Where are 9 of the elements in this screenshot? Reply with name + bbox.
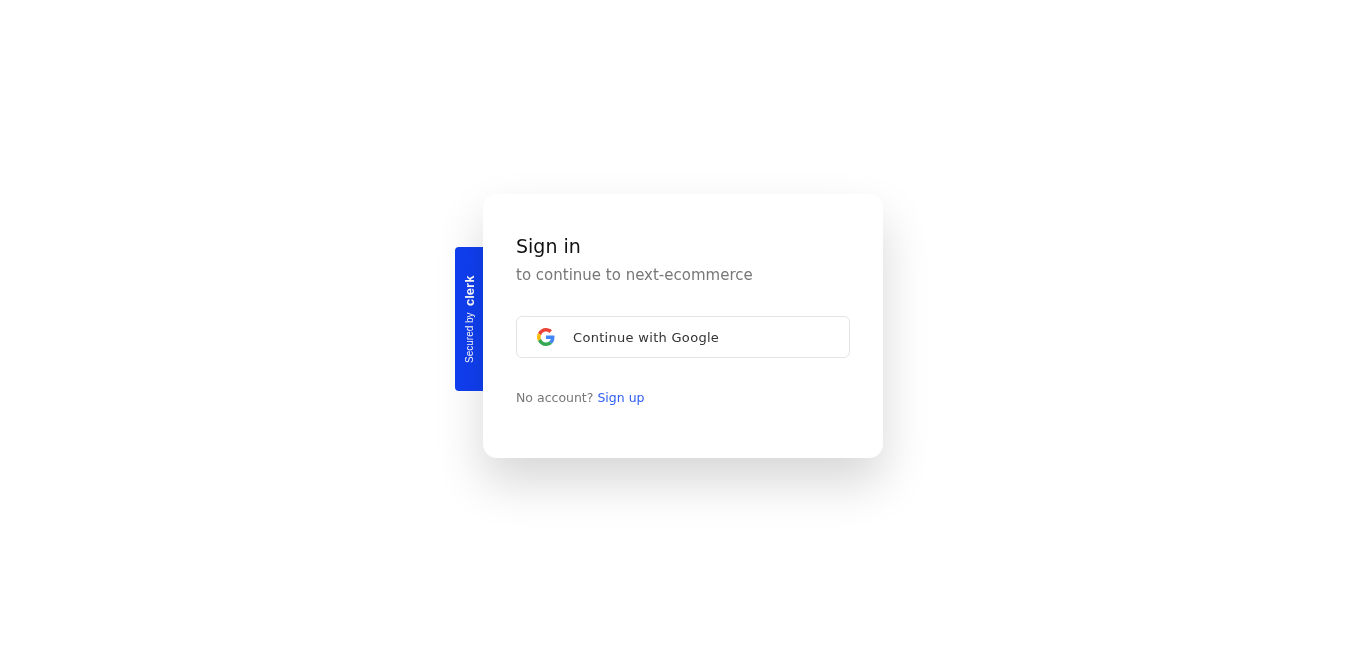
google-icon — [537, 328, 555, 346]
google-sign-in-button[interactable]: Continue with Google — [516, 316, 850, 358]
card-title: Sign in — [516, 235, 582, 257]
sign-up-link[interactable]: Sign up — [597, 390, 645, 405]
footer-text: No account? Sign up — [516, 390, 646, 405]
brand-logo-text: clerk — [461, 275, 477, 306]
badge-text: Secured by — [463, 311, 475, 363]
secured-by-badge[interactable]: Secured by clerk — [455, 247, 483, 391]
card-subtitle: to continue to next-ecommerce — [516, 266, 754, 284]
